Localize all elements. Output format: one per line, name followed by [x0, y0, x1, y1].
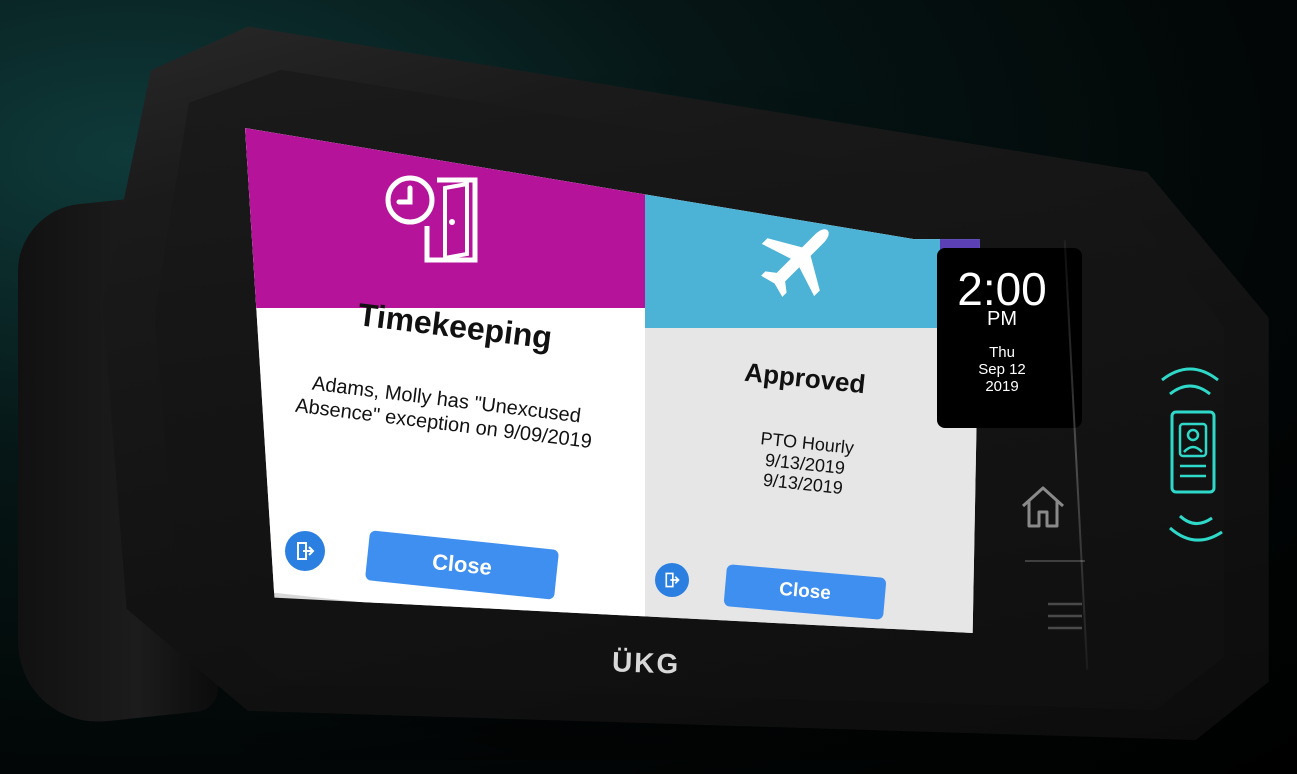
controls-divider [1025, 560, 1085, 562]
timekeeping-close-button[interactable]: Close [364, 530, 560, 600]
clock-date: Sep 12 [978, 361, 1026, 378]
ukg-logo: ÜKG [611, 646, 681, 680]
exit-icon [665, 572, 680, 588]
approved-close-button[interactable]: Close [723, 564, 887, 620]
airplane-icon [761, 229, 829, 297]
menu-icon[interactable] [1040, 592, 1090, 640]
device-scene: Timekeeping Adams, Molly has "Unexcused … [0, 0, 1297, 774]
timekeeping-card: Timekeeping Adams, Molly has "Unexcused … [245, 128, 645, 633]
approved-details: PTO Hourly 9/13/2019 9/13/2019 [702, 423, 907, 506]
clock-ampm: PM [987, 308, 1017, 330]
timekeeping-exit-button[interactable] [285, 531, 325, 571]
badge-reader-icon[interactable] [1150, 350, 1250, 560]
clock-display: 2:00 PM Thu Sep 12 2019 [937, 248, 1082, 428]
approved-card: Approved PTO Hourly 9/13/2019 9/13/2019 … [645, 183, 980, 633]
timekeeping-message: Adams, Molly has "Unexcused Absence" exc… [294, 372, 593, 454]
clock-door-icon [385, 175, 478, 263]
exit-icon [297, 542, 315, 560]
approved-title: Approved [743, 356, 867, 400]
home-icon[interactable] [1015, 478, 1071, 534]
approved-exit-button[interactable] [655, 563, 689, 597]
clock-day: Thu [989, 344, 1015, 361]
clock-year: 2019 [985, 378, 1019, 395]
